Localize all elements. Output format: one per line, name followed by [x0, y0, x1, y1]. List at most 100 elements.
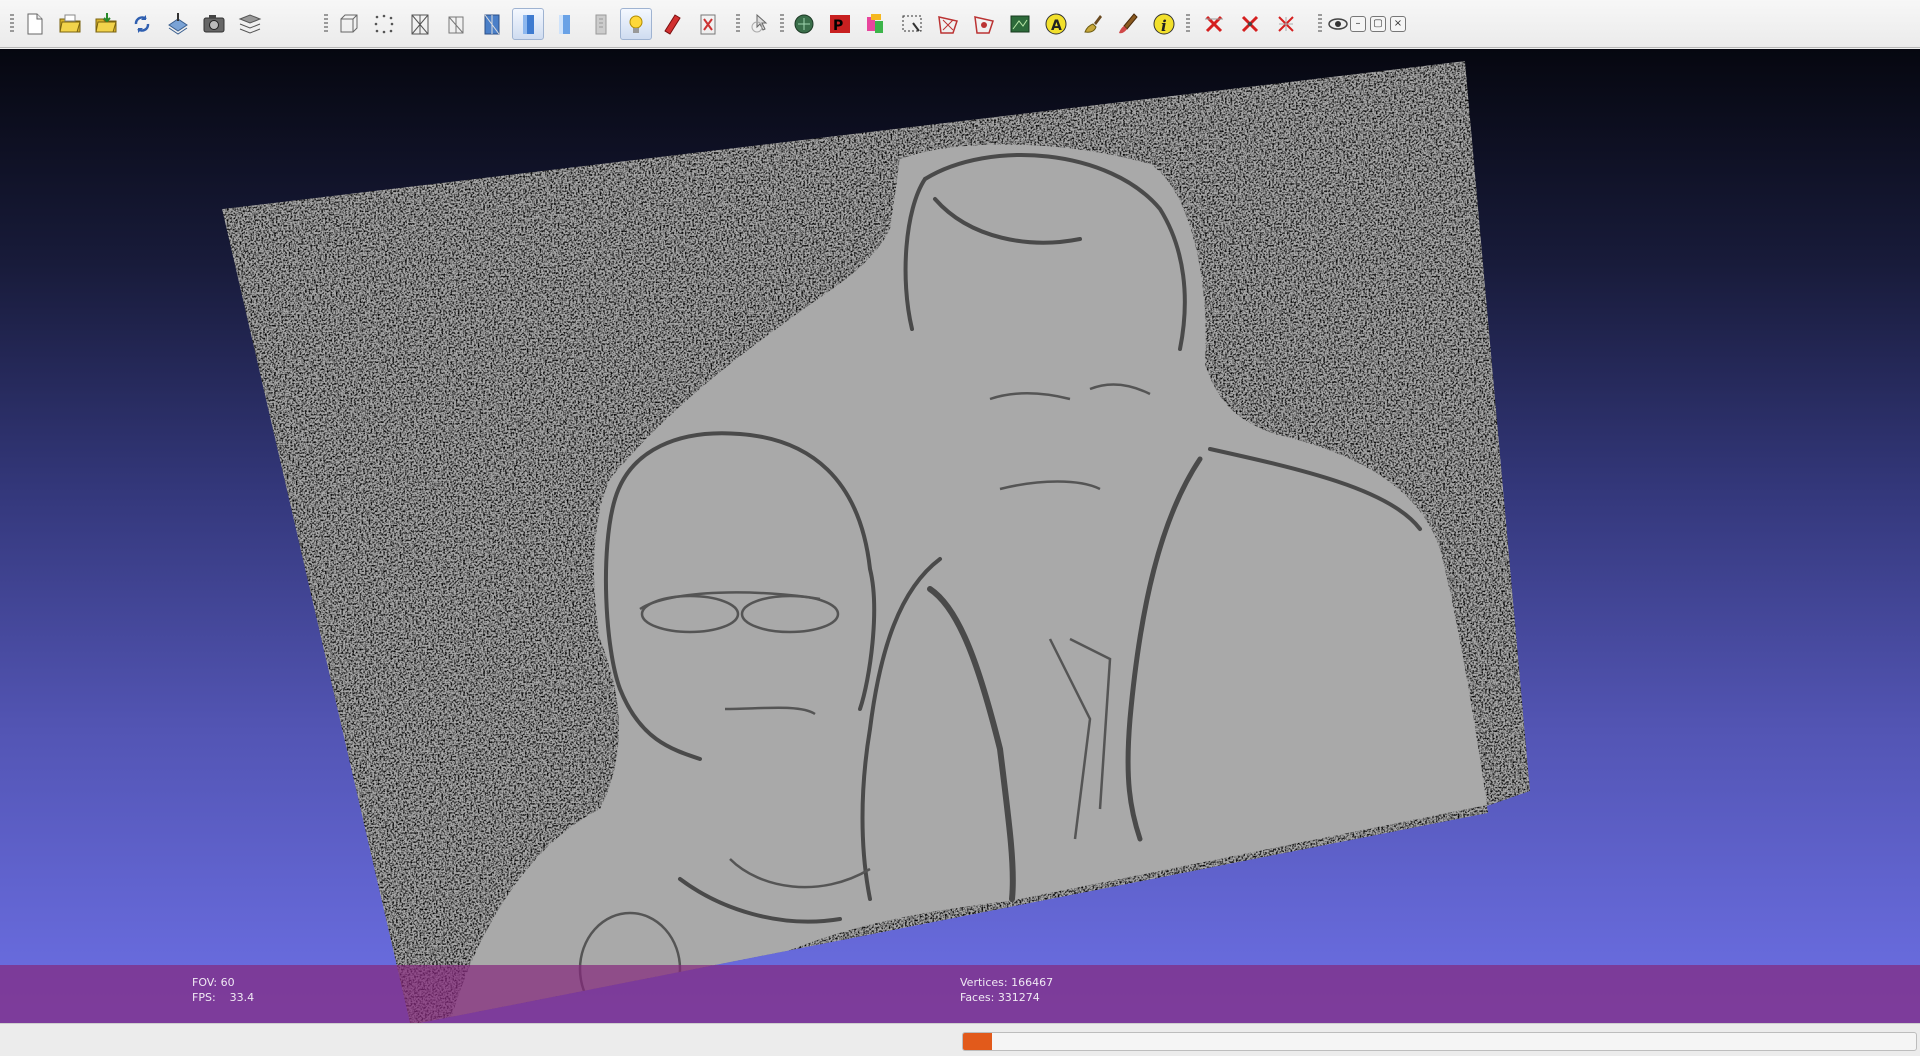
layers-icon — [238, 14, 262, 34]
paintbrush-button[interactable] — [1112, 8, 1144, 40]
info-button[interactable]: i — [1148, 8, 1180, 40]
paint-button[interactable] — [860, 8, 892, 40]
vertices-label: Vertices: — [960, 976, 1008, 989]
svg-text:i: i — [1161, 17, 1167, 35]
toolbar-grip[interactable] — [324, 14, 328, 34]
minimize-button[interactable]: – — [1350, 16, 1366, 32]
select-faces-icon — [938, 16, 958, 34]
wireframe-icon — [411, 14, 429, 35]
close-button[interactable]: × — [1390, 16, 1406, 32]
3d-viewport[interactable]: FOV: 60 FPS: 33.4 Vertices: 166467 Faces… — [0, 49, 1920, 1023]
flat-shading-button[interactable] — [512, 8, 544, 40]
info-icon: i — [1153, 13, 1175, 35]
render-info: FOV: 60 FPS: 33.4 — [192, 975, 254, 1005]
snapshot-button[interactable] — [198, 8, 230, 40]
progress-fill — [963, 1033, 992, 1050]
faces-label: Faces: — [960, 991, 995, 1004]
progress-bar — [962, 1032, 1917, 1051]
toolbar-grip[interactable] — [1186, 14, 1190, 34]
brush-icon — [1084, 15, 1102, 33]
info-overlay: FOV: 60 FPS: 33.4 Vertices: 166467 Faces… — [0, 965, 1920, 1023]
geometry-info-icon — [794, 14, 814, 34]
select-vertices-icon — [974, 16, 994, 34]
smooth-shading-icon — [559, 15, 570, 34]
snapshot-icon — [203, 15, 225, 33]
manipulator-icon — [751, 13, 768, 33]
reload-icon — [134, 15, 150, 33]
align-icon — [1010, 15, 1030, 33]
toolbar-group-tools: P Ai — [786, 6, 1182, 42]
faces-value: 331274 — [997, 991, 1040, 1004]
window-controls: – ▢ × — [1346, 6, 1406, 42]
flat-lines-button[interactable] — [476, 8, 508, 40]
align-button[interactable] — [1004, 8, 1036, 40]
layers-button[interactable] — [234, 8, 266, 40]
vertices-value: 166467 — [1011, 976, 1054, 989]
toolbar-group-render — [330, 6, 726, 42]
hidden-lines-button[interactable] — [440, 8, 472, 40]
annotation-icon: A — [1045, 13, 1067, 35]
fps-label: FPS: — [192, 991, 216, 1004]
delete-selected-faces-icon — [1205, 15, 1223, 33]
flat-shading-icon — [523, 15, 534, 34]
toolbar-group-delete — [1196, 6, 1304, 42]
paint-icon — [867, 14, 883, 33]
fov-readout: FOV: 60 — [192, 975, 254, 990]
flat-lines-icon — [484, 14, 500, 35]
select-vertices-button[interactable] — [968, 8, 1000, 40]
select-faces-button[interactable] — [932, 8, 964, 40]
back-face-icon — [700, 14, 716, 35]
double-side-lighting-icon — [664, 14, 681, 35]
fov-value: 60 — [220, 976, 235, 989]
vertices-readout: Vertices: 166467 — [960, 975, 1053, 990]
toolbar-grip[interactable] — [736, 14, 740, 34]
toolbar-grip[interactable] — [10, 14, 14, 34]
pick-points-icon: P — [830, 15, 850, 34]
paintbrush-icon — [1119, 13, 1138, 34]
open-project-icon — [59, 14, 81, 33]
delete-selected-vertices-button[interactable] — [1234, 8, 1266, 40]
brush-button[interactable] — [1076, 8, 1108, 40]
texture-icon — [595, 14, 607, 35]
light-button[interactable] — [620, 8, 652, 40]
back-face-button[interactable] — [692, 8, 724, 40]
export-mesh-icon — [168, 13, 188, 35]
fps-readout: FPS: 33.4 — [192, 990, 254, 1005]
import-mesh-button[interactable] — [90, 8, 122, 40]
faces-readout: Faces: 331274 — [960, 990, 1053, 1005]
manipulator-button[interactable] — [744, 8, 776, 40]
wireframe-button[interactable] — [404, 8, 436, 40]
hidden-lines-icon — [448, 16, 464, 34]
delete-selection-button[interactable] — [1270, 8, 1302, 40]
annotation-button[interactable]: A — [1040, 8, 1072, 40]
new-project-button[interactable] — [18, 8, 50, 40]
smooth-shading-button[interactable] — [548, 8, 580, 40]
toolbar-group-edit — [742, 6, 778, 42]
geometry-info-button[interactable] — [788, 8, 820, 40]
toolbar-grip[interactable] — [780, 14, 784, 34]
pick-points-button[interactable]: P — [824, 8, 856, 40]
bounding-box-button[interactable] — [332, 8, 364, 40]
toolbar-group-file — [16, 6, 268, 42]
mesh-info: Vertices: 166467 Faces: 331274 — [960, 975, 1053, 1005]
points-icon — [374, 14, 394, 34]
points-button[interactable] — [368, 8, 400, 40]
delete-selected-vertices-icon — [1241, 15, 1259, 33]
open-project-button[interactable] — [54, 8, 86, 40]
light-icon — [629, 15, 643, 33]
delete-selected-faces-button[interactable] — [1198, 8, 1230, 40]
restore-button[interactable]: ▢ — [1370, 16, 1386, 32]
delete-selection-icon — [1278, 16, 1294, 32]
fps-value: 33.4 — [229, 991, 255, 1004]
texture-button[interactable] — [584, 8, 616, 40]
bounding-box-icon — [340, 14, 358, 33]
double-side-lighting-button[interactable] — [656, 8, 688, 40]
svg-text:P: P — [833, 18, 843, 34]
export-mesh-button[interactable] — [162, 8, 194, 40]
reload-button[interactable] — [126, 8, 158, 40]
import-mesh-icon — [95, 13, 117, 33]
svg-text:A: A — [1051, 18, 1062, 34]
new-project-icon — [27, 13, 43, 35]
select-region-button[interactable] — [896, 8, 928, 40]
main-toolbar: P Ai – ▢ × — [0, 0, 1920, 48]
